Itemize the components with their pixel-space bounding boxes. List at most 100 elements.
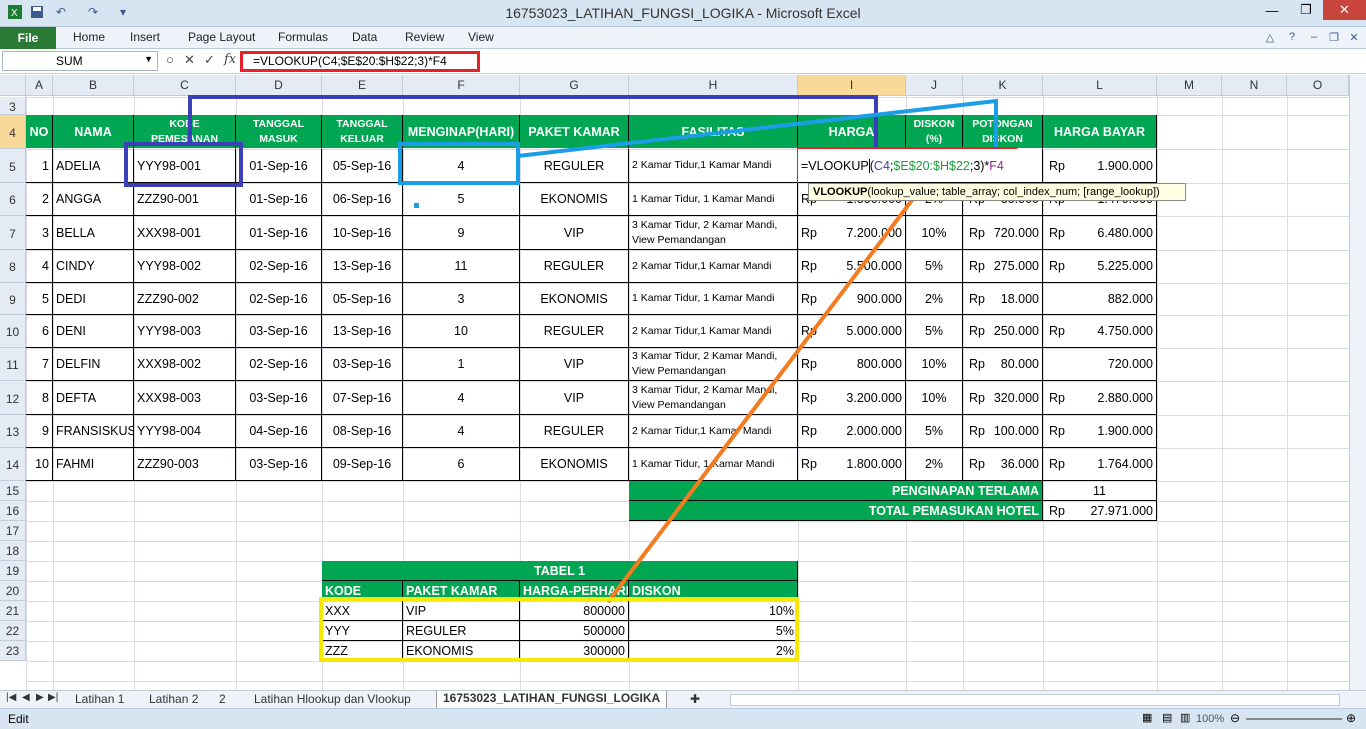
cell-tgl-masuk[interactable]: 03-Sep-16 (236, 448, 322, 481)
tabel1-header-0[interactable]: KODE (322, 581, 403, 601)
cell-nama[interactable]: CINDY (53, 250, 134, 283)
row-header-13[interactable]: 13 (0, 415, 26, 448)
tab-file[interactable]: File (0, 27, 56, 49)
cell-tgl-masuk[interactable]: 02-Sep-16 (236, 250, 322, 283)
cell-fasilitas[interactable]: 1 Kamar Tidur, 1 Kamar Mandi (629, 448, 798, 481)
prev-sheet-icon[interactable]: ◀ (22, 692, 30, 703)
cell-bayar-rp[interactable]: Rp (1043, 448, 1077, 481)
cell-harga-bayar[interactable]: 720.000 (1077, 348, 1157, 381)
cell-harga[interactable]: 2.000.000 (828, 415, 906, 448)
tabel1-cell[interactable]: 500000 (520, 621, 629, 641)
row-header-21[interactable]: 21 (0, 601, 26, 621)
cell-harga-rp[interactable]: Rp (798, 381, 828, 415)
doc-close-icon[interactable]: ✕ (1346, 29, 1362, 45)
cell-fasilitas[interactable]: 3 Kamar Tidur, 2 Kamar Mandi, View Peman… (629, 348, 798, 381)
cell-nama[interactable]: DENI (53, 315, 134, 348)
cell-tgl-masuk[interactable]: 01-Sep-16 (236, 183, 322, 216)
tab-home[interactable]: Home (73, 30, 105, 44)
cell-potongan-rp[interactable]: Rp (963, 283, 985, 315)
column-header-b[interactable]: B (53, 75, 134, 96)
header-harga-bayar[interactable]: HARGA BAYAR (1043, 115, 1157, 149)
header-potongan[interactable]: POTONGAN DISKON (963, 115, 1043, 149)
cell-tgl-masuk[interactable]: 03-Sep-16 (236, 381, 322, 415)
sheet-tab-2[interactable]: 2 (219, 692, 226, 706)
cell-no[interactable]: 8 (26, 381, 53, 415)
cell-tgl-keluar[interactable]: 03-Sep-16 (322, 348, 403, 381)
select-all-corner[interactable] (0, 75, 26, 96)
cell-harga-rp[interactable]: Rp (798, 315, 828, 348)
cell-harga-rp[interactable]: Rp (798, 348, 828, 381)
header-fasilitas[interactable]: FASILITAS (629, 115, 798, 149)
header-menginap[interactable]: MENGINAP(HARI) (403, 115, 520, 149)
cell-paket[interactable]: VIP (520, 216, 629, 250)
cell-paket[interactable]: REGULER (520, 315, 629, 348)
cell-potongan-rp[interactable]: Rp (963, 381, 985, 415)
cell-menginap[interactable]: 4 (403, 415, 520, 448)
insert-function-icon[interactable]: fx (224, 52, 236, 67)
cell-harga-bayar[interactable]: 6.480.000 (1077, 216, 1157, 250)
horizontal-scrollbar[interactable] (730, 694, 1340, 706)
cell-fasilitas[interactable]: 2 Kamar Tidur,1 Kamar Mandi (629, 415, 798, 448)
column-header-k[interactable]: K (963, 75, 1043, 96)
cell-harga[interactable]: 5.000.000 (828, 315, 906, 348)
normal-view-icon[interactable]: ▦ (1142, 711, 1152, 724)
cell-editing[interactable]: =VLOOKUP(C4; $E$20:$H$22 ;3)* F4 (798, 149, 1043, 183)
page-break-view-icon[interactable]: ▥ (1180, 711, 1190, 724)
cell-tgl-masuk[interactable]: 01-Sep-16 (236, 216, 322, 250)
name-box-dropdown-icon[interactable]: ▼ (144, 54, 153, 64)
cell-kode[interactable]: XXX98-001 (134, 216, 236, 250)
enter-check-icon[interactable]: ✓ (204, 52, 215, 68)
cell-kode[interactable]: ZZZ90-001 (134, 183, 236, 216)
tabel1-cell[interactable]: YYY (322, 621, 403, 641)
cell-nama[interactable]: DEFTA (53, 381, 134, 415)
cell-paket[interactable]: EKONOMIS (520, 448, 629, 481)
cell-menginap[interactable]: 10 (403, 315, 520, 348)
cell-harga[interactable]: 800.000 (828, 348, 906, 381)
cell-kode[interactable]: ZZZ90-003 (134, 448, 236, 481)
tabel1-header-3[interactable]: DISKON (629, 581, 798, 601)
cell-nama[interactable]: BELLA (53, 216, 134, 250)
cell-no[interactable]: 9 (26, 415, 53, 448)
tabel1-cell[interactable]: VIP (403, 601, 520, 621)
tabel1-cell[interactable]: EKONOMIS (403, 641, 520, 661)
cell-kode[interactable]: YYY98-004 (134, 415, 236, 448)
tabel1-cell[interactable]: 800000 (520, 601, 629, 621)
row-header-3[interactable]: 3 (0, 97, 26, 115)
cell-fasilitas[interactable]: 1 Kamar Tidur, 1 Kamar Mandi (629, 183, 798, 216)
cell-no[interactable]: 7 (26, 348, 53, 381)
cell-fasilitas[interactable]: 1 Kamar Tidur, 1 Kamar Mandi (629, 283, 798, 315)
column-header-n[interactable]: N (1222, 75, 1287, 96)
column-header-a[interactable]: A (26, 75, 53, 96)
row-header-5[interactable]: 5 (0, 149, 26, 183)
formula-input[interactable]: =VLOOKUP(C4;$E$20:$H$22;3)*F4 (240, 51, 480, 72)
cell-menginap[interactable]: 11 (403, 250, 520, 283)
column-header-j[interactable]: J (906, 75, 963, 96)
cell-bayar-rp[interactable] (1043, 348, 1077, 381)
cell-harga-rp[interactable]: Rp (798, 283, 828, 315)
summary-total-value[interactable]: 27.971.000 (1077, 501, 1157, 521)
sheet-tab-latihan-1[interactable]: Latihan 1 (75, 692, 124, 706)
zoom-out-icon[interactable]: ⊖ (1230, 711, 1240, 725)
header-harga[interactable]: HARGA (798, 115, 906, 149)
cell-diskon[interactable]: 2% (906, 283, 963, 315)
tab-review[interactable]: Review (405, 30, 444, 44)
cell-fasilitas[interactable]: 2 Kamar Tidur,1 Kamar Mandi (629, 315, 798, 348)
cell-diskon[interactable]: 10% (906, 216, 963, 250)
cell-bayar-rp[interactable]: Rp (1043, 250, 1077, 283)
cell-menginap[interactable]: 4 (403, 149, 520, 183)
cell-kode[interactable]: YYY98-002 (134, 250, 236, 283)
cancel-entry-icon[interactable]: ✕ (184, 52, 195, 68)
cell-harga-bayar[interactable]: 1.764.000 (1077, 448, 1157, 481)
column-header-d[interactable]: D (236, 75, 322, 96)
close-icon[interactable]: ✕ (1323, 0, 1366, 20)
cell-bayar-rp[interactable]: Rp (1043, 415, 1077, 448)
tabel1-cell[interactable]: 10% (629, 601, 798, 621)
cell-tgl-masuk[interactable]: 02-Sep-16 (236, 348, 322, 381)
cell-nama[interactable]: ADELIA (53, 149, 134, 183)
cell-harga-bayar[interactable]: 882.000 (1077, 283, 1157, 315)
header-diskon[interactable]: DISKON (%) (906, 115, 963, 149)
column-header-h[interactable]: H (629, 75, 798, 96)
cell-fasilitas[interactable]: 2 Kamar Tidur,1 Kamar Mandi (629, 149, 798, 183)
tabel1-header-2[interactable]: HARGA-PERHARI (520, 581, 629, 601)
summary-terlama-label[interactable]: PENGINAPAN TERLAMA (629, 481, 1043, 501)
